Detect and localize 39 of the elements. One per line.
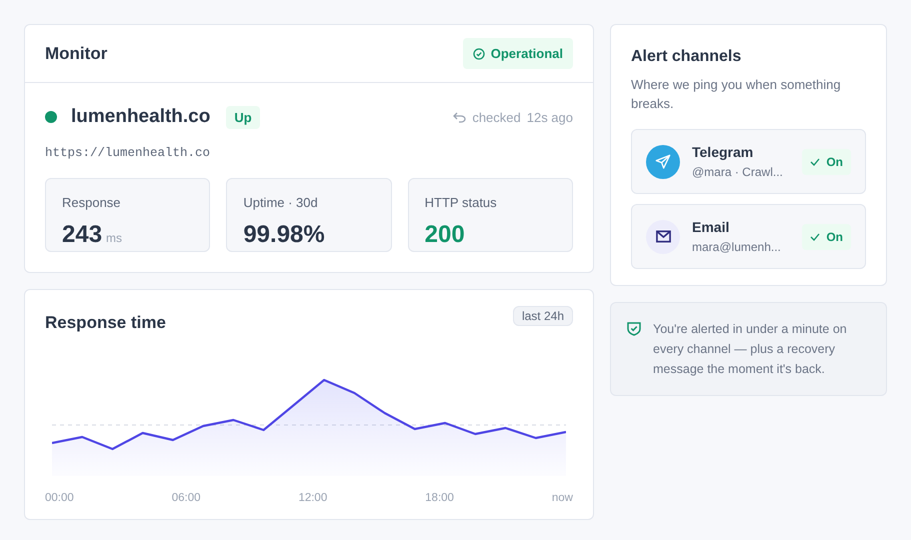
axis-label: 12:00	[298, 490, 328, 506]
stat-value: 200	[424, 220, 465, 250]
card-title: Monitor	[45, 42, 108, 65]
axis-label: 00:00	[45, 490, 74, 506]
on-badge[interactable]: On	[802, 148, 851, 174]
card-title: Response time	[45, 312, 166, 334]
site-url: https://lumenhealth.co	[45, 144, 212, 162]
range-badge: last 24h	[512, 306, 573, 326]
stat-value: 99.98%	[243, 220, 325, 250]
card-subtitle: Where we ping you when something breaks.	[631, 76, 842, 113]
checked-time: 12s ago	[526, 108, 573, 127]
card-title: Alert channels	[631, 47, 742, 67]
check-icon	[810, 232, 820, 240]
axis-label: 06:00	[172, 490, 200, 506]
stat-value: 243	[62, 220, 102, 250]
shield-check-icon	[627, 321, 641, 336]
channel-row[interactable]: Email mara@lumenh... On	[631, 204, 866, 269]
up-badge: Up	[226, 106, 260, 129]
envelope-icon	[646, 220, 680, 254]
site-name: lumenhealth.co	[71, 105, 210, 129]
on-badge[interactable]: On	[802, 224, 851, 250]
notice-text: You're alerted in under a minute on every channel — plus a recovery message the moment it's back.	[653, 321, 848, 378]
checked-label: checked	[472, 108, 521, 126]
paper-plane-icon	[646, 144, 680, 178]
stat-label: Uptime · 30d	[243, 194, 319, 212]
channel-detail: mara@lumenh...	[692, 239, 782, 256]
axis-label: 18:00	[425, 490, 454, 506]
status-badge: Operational	[462, 38, 573, 70]
channel-detail: @mara · Crawl...	[692, 164, 784, 181]
axis-label: now	[552, 490, 573, 506]
channel-name: Email	[692, 218, 730, 237]
stat-label: Response	[62, 194, 122, 212]
stat-label: HTTP status	[424, 194, 498, 212]
check-circle-icon	[472, 48, 485, 60]
stat-unit: ms	[106, 230, 122, 247]
check-icon	[810, 158, 820, 166]
channel-row[interactable]: Telegram @mara · Crawl... On	[631, 129, 866, 194]
channel-name: Telegram	[692, 143, 754, 162]
return-arrow-icon	[453, 112, 466, 123]
